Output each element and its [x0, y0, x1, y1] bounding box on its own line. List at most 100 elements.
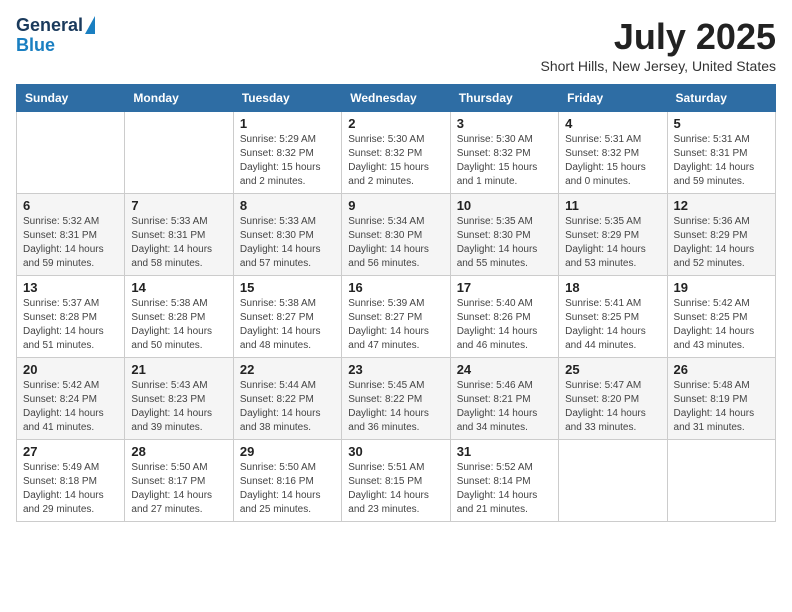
day-number: 24	[457, 362, 552, 377]
day-info: Sunrise: 5:44 AM Sunset: 8:22 PM Dayligh…	[240, 379, 335, 435]
weekday-header-saturday: Saturday	[667, 85, 775, 112]
day-info: Sunrise: 5:45 AM Sunset: 8:22 PM Dayligh…	[348, 379, 443, 435]
calendar-day-cell: 23 Sunrise: 5:45 AM Sunset: 8:22 PM Dayli…	[342, 358, 450, 440]
day-number: 14	[131, 280, 226, 295]
calendar-body: 1Sunrise: 5:29 AM Sunset: 8:32 PM Daylig…	[17, 112, 776, 522]
logo-text-blue: Blue	[16, 35, 55, 55]
day-number: 7	[131, 198, 226, 213]
calendar-week-row: 20 Sunrise: 5:42 AM Sunset: 8:24 PM Dayli…	[17, 358, 776, 440]
location-subtitle: Short Hills, New Jersey, United States	[541, 58, 777, 74]
day-number: 26	[674, 362, 769, 377]
calendar-day-cell: 16 Sunrise: 5:39 AM Sunset: 8:27 PM Dayli…	[342, 276, 450, 358]
day-info: Sunrise: 5:47 AM Sunset: 8:20 PM Dayligh…	[565, 379, 660, 435]
day-info: Sunrise: 5:41 AM Sunset: 8:25 PM Dayligh…	[565, 297, 660, 353]
day-number: 31	[457, 444, 552, 459]
calendar-day-cell: 17 Sunrise: 5:40 AM Sunset: 8:26 PM Dayli…	[450, 276, 558, 358]
calendar-day-cell: 24Sunrise: 5:46 AM Sunset: 8:21 PM Dayli…	[450, 358, 558, 440]
calendar-week-row: 1Sunrise: 5:29 AM Sunset: 8:32 PM Daylig…	[17, 112, 776, 194]
day-info: Sunrise: 5:29 AM Sunset: 8:32 PM Dayligh…	[240, 133, 335, 189]
calendar-day-cell: 29Sunrise: 5:50 AM Sunset: 8:16 PM Dayli…	[233, 440, 341, 522]
day-info: Sunrise: 5:42 AM Sunset: 8:25 PM Dayligh…	[674, 297, 769, 353]
logo: General Blue	[16, 16, 95, 56]
weekday-header-sunday: Sunday	[17, 85, 125, 112]
calendar-day-cell: 3Sunrise: 5:30 AM Sunset: 8:32 PM Daylig…	[450, 112, 558, 194]
day-number: 6	[23, 198, 118, 213]
calendar-week-row: 13 Sunrise: 5:37 AM Sunset: 8:28 PM Dayli…	[17, 276, 776, 358]
day-info: Sunrise: 5:31 AM Sunset: 8:32 PM Dayligh…	[565, 133, 660, 189]
day-info: Sunrise: 5:31 AM Sunset: 8:31 PM Dayligh…	[674, 133, 769, 189]
day-info: Sunrise: 5:49 AM Sunset: 8:18 PM Dayligh…	[23, 461, 118, 517]
calendar-day-cell: 25 Sunrise: 5:47 AM Sunset: 8:20 PM Dayli…	[559, 358, 667, 440]
calendar-day-cell: 20 Sunrise: 5:42 AM Sunset: 8:24 PM Dayli…	[17, 358, 125, 440]
day-info: Sunrise: 5:37 AM Sunset: 8:28 PM Dayligh…	[23, 297, 118, 353]
calendar-header-row: SundayMondayTuesdayWednesdayThursdayFrid…	[17, 85, 776, 112]
day-number: 29	[240, 444, 335, 459]
calendar-day-cell: 13 Sunrise: 5:37 AM Sunset: 8:28 PM Dayli…	[17, 276, 125, 358]
day-number: 3	[457, 116, 552, 131]
calendar-day-cell: 8Sunrise: 5:33 AM Sunset: 8:30 PM Daylig…	[233, 194, 341, 276]
calendar-day-cell: 12 Sunrise: 5:36 AM Sunset: 8:29 PM Dayli…	[667, 194, 775, 276]
day-info: Sunrise: 5:35 AM Sunset: 8:29 PM Dayligh…	[565, 215, 660, 271]
day-number: 22	[240, 362, 335, 377]
calendar-day-cell: 19 Sunrise: 5:42 AM Sunset: 8:25 PM Dayli…	[667, 276, 775, 358]
calendar-day-cell: 28 Sunrise: 5:50 AM Sunset: 8:17 PM Dayli…	[125, 440, 233, 522]
day-info: Sunrise: 5:43 AM Sunset: 8:23 PM Dayligh…	[131, 379, 226, 435]
weekday-header-wednesday: Wednesday	[342, 85, 450, 112]
calendar-day-cell: 31Sunrise: 5:52 AM Sunset: 8:14 PM Dayli…	[450, 440, 558, 522]
day-number: 4	[565, 116, 660, 131]
weekday-header-friday: Friday	[559, 85, 667, 112]
calendar-day-cell: 6 Sunrise: 5:32 AM Sunset: 8:31 PM Daylig…	[17, 194, 125, 276]
day-info: Sunrise: 5:39 AM Sunset: 8:27 PM Dayligh…	[348, 297, 443, 353]
day-number: 27	[23, 444, 118, 459]
calendar-table: SundayMondayTuesdayWednesdayThursdayFrid…	[16, 84, 776, 522]
day-number: 13	[23, 280, 118, 295]
day-info: Sunrise: 5:35 AM Sunset: 8:30 PM Dayligh…	[457, 215, 552, 271]
calendar-day-cell: 22 Sunrise: 5:44 AM Sunset: 8:22 PM Dayli…	[233, 358, 341, 440]
calendar-day-cell	[125, 112, 233, 194]
calendar-day-cell: 2 Sunrise: 5:30 AM Sunset: 8:32 PM Daylig…	[342, 112, 450, 194]
day-number: 12	[674, 198, 769, 213]
day-number: 20	[23, 362, 118, 377]
calendar-day-cell: 1Sunrise: 5:29 AM Sunset: 8:32 PM Daylig…	[233, 112, 341, 194]
day-number: 15	[240, 280, 335, 295]
calendar-day-cell: 27 Sunrise: 5:49 AM Sunset: 8:18 PM Dayli…	[17, 440, 125, 522]
weekday-header-thursday: Thursday	[450, 85, 558, 112]
day-number: 28	[131, 444, 226, 459]
logo-triangle-icon	[85, 16, 95, 34]
calendar-day-cell: 18 Sunrise: 5:41 AM Sunset: 8:25 PM Dayli…	[559, 276, 667, 358]
day-number: 8	[240, 198, 335, 213]
calendar-week-row: 27 Sunrise: 5:49 AM Sunset: 8:18 PM Dayli…	[17, 440, 776, 522]
day-info: Sunrise: 5:48 AM Sunset: 8:19 PM Dayligh…	[674, 379, 769, 435]
day-info: Sunrise: 5:42 AM Sunset: 8:24 PM Dayligh…	[23, 379, 118, 435]
weekday-header-tuesday: Tuesday	[233, 85, 341, 112]
title-block: July 2025 Short Hills, New Jersey, Unite…	[541, 16, 777, 74]
calendar-day-cell: 5 Sunrise: 5:31 AM Sunset: 8:31 PM Daylig…	[667, 112, 775, 194]
calendar-day-cell: 9 Sunrise: 5:34 AM Sunset: 8:30 PM Daylig…	[342, 194, 450, 276]
calendar-day-cell: 7 Sunrise: 5:33 AM Sunset: 8:31 PM Daylig…	[125, 194, 233, 276]
day-info: Sunrise: 5:40 AM Sunset: 8:26 PM Dayligh…	[457, 297, 552, 353]
day-number: 5	[674, 116, 769, 131]
calendar-day-cell: 11Sunrise: 5:35 AM Sunset: 8:29 PM Dayli…	[559, 194, 667, 276]
day-number: 23	[348, 362, 443, 377]
page-header: General Blue July 2025 Short Hills, New …	[16, 16, 776, 74]
day-number: 2	[348, 116, 443, 131]
day-number: 9	[348, 198, 443, 213]
day-number: 18	[565, 280, 660, 295]
month-year-title: July 2025	[541, 16, 777, 58]
day-number: 21	[131, 362, 226, 377]
day-number: 16	[348, 280, 443, 295]
weekday-header-monday: Monday	[125, 85, 233, 112]
day-info: Sunrise: 5:38 AM Sunset: 8:27 PM Dayligh…	[240, 297, 335, 353]
day-number: 19	[674, 280, 769, 295]
calendar-day-cell: 4 Sunrise: 5:31 AM Sunset: 8:32 PM Daylig…	[559, 112, 667, 194]
day-number: 17	[457, 280, 552, 295]
day-info: Sunrise: 5:33 AM Sunset: 8:31 PM Dayligh…	[131, 215, 226, 271]
day-info: Sunrise: 5:34 AM Sunset: 8:30 PM Dayligh…	[348, 215, 443, 271]
day-number: 25	[565, 362, 660, 377]
day-info: Sunrise: 5:50 AM Sunset: 8:17 PM Dayligh…	[131, 461, 226, 517]
day-info: Sunrise: 5:30 AM Sunset: 8:32 PM Dayligh…	[348, 133, 443, 189]
day-info: Sunrise: 5:36 AM Sunset: 8:29 PM Dayligh…	[674, 215, 769, 271]
day-info: Sunrise: 5:32 AM Sunset: 8:31 PM Dayligh…	[23, 215, 118, 271]
calendar-day-cell: 26 Sunrise: 5:48 AM Sunset: 8:19 PM Dayli…	[667, 358, 775, 440]
calendar-day-cell: 15 Sunrise: 5:38 AM Sunset: 8:27 PM Dayli…	[233, 276, 341, 358]
